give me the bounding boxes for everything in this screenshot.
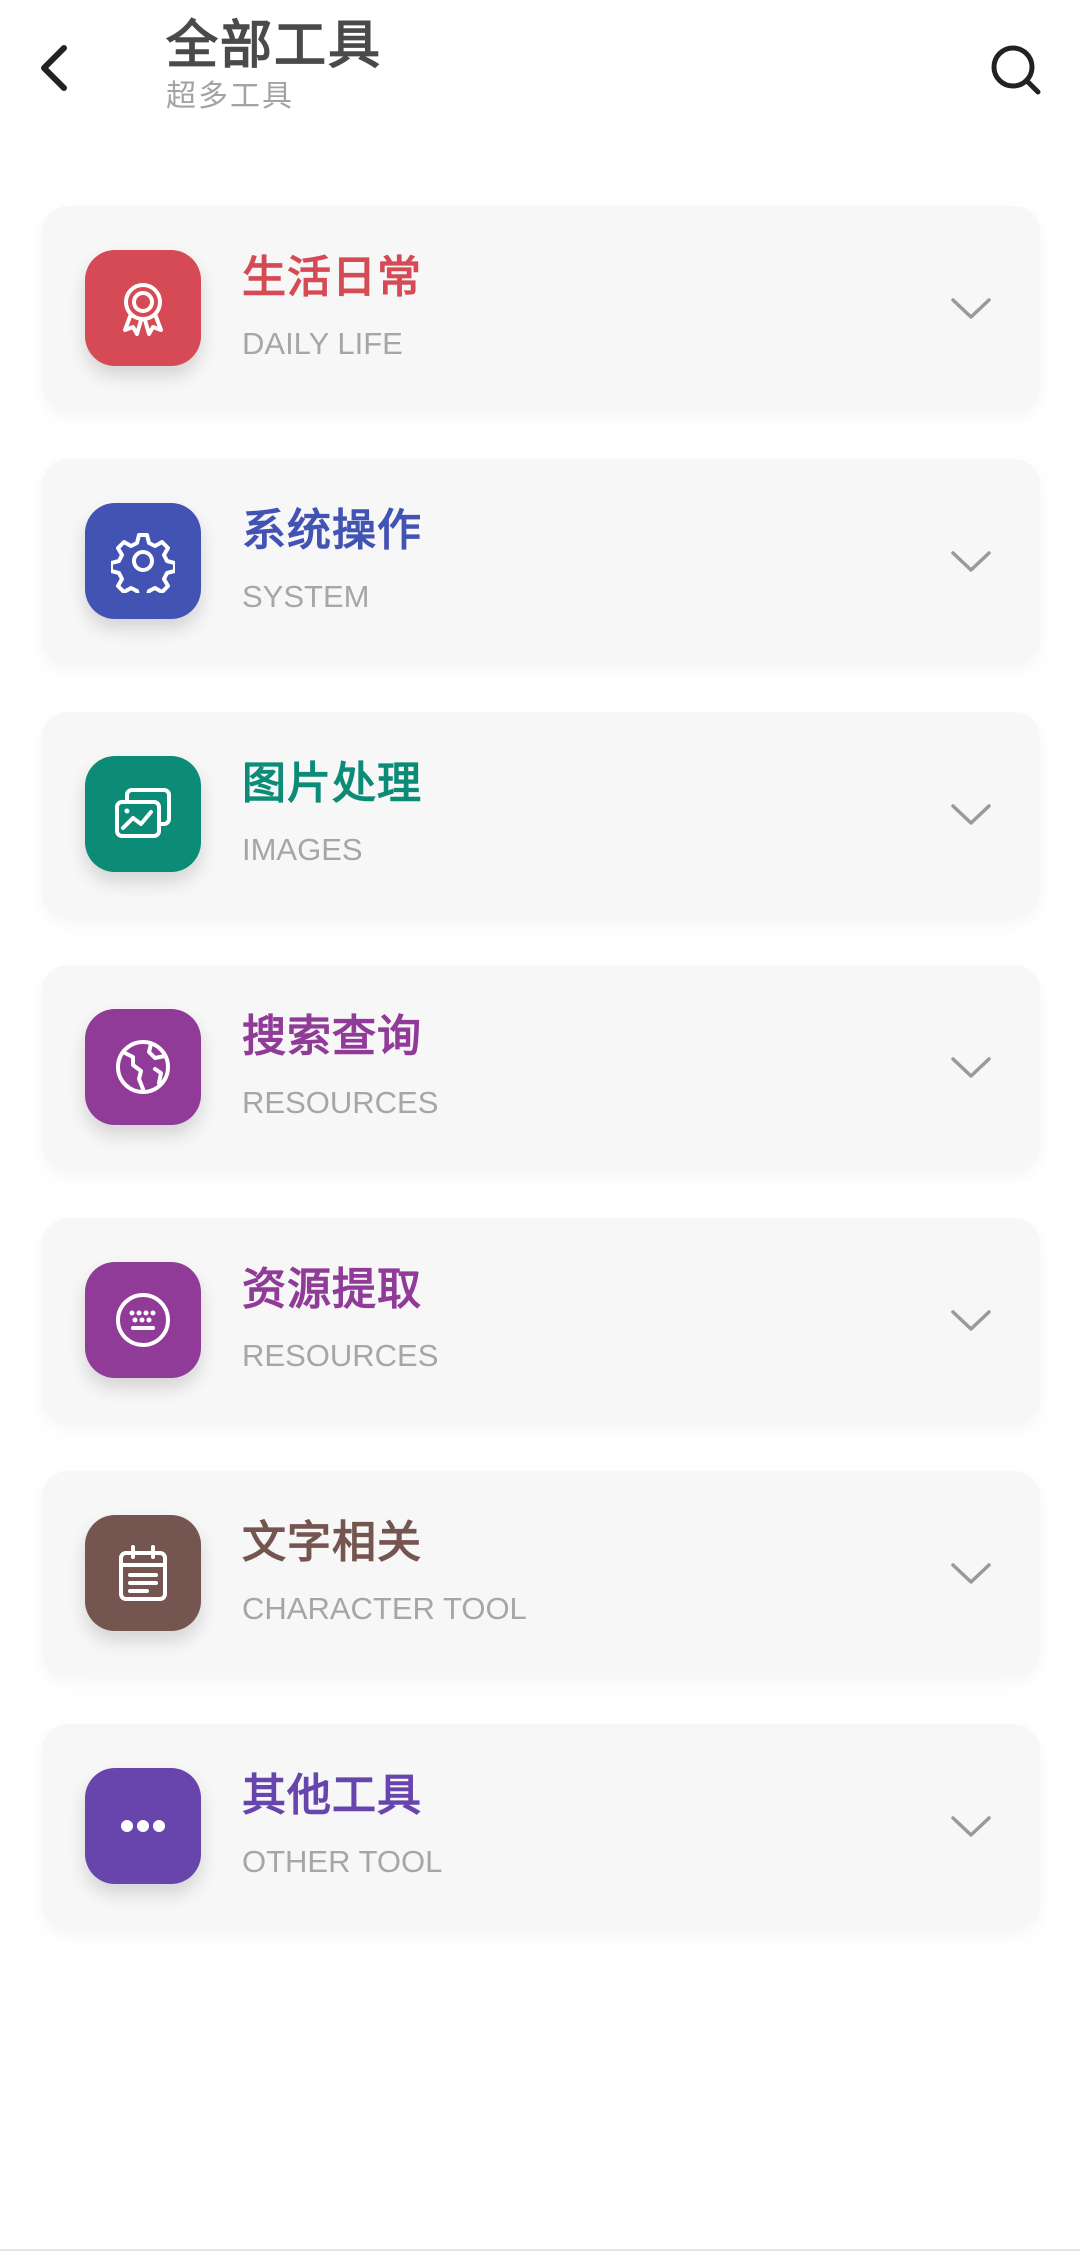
category-subtitle: DAILY LIFE <box>242 326 403 361</box>
title-block: 全部工具 超多工具 <box>166 12 382 116</box>
chevron-down-icon <box>951 1816 991 1837</box>
category-card-system[interactable]: 系统操作 SYSTEM <box>42 459 1040 665</box>
app-header: 全部工具 超多工具 <box>0 0 1080 140</box>
gear-icon <box>111 533 175 593</box>
category-card-other[interactable]: 其他工具 OTHER TOOL <box>42 1724 1040 1930</box>
category-icon-tile <box>85 1768 201 1884</box>
keyboard-circle-icon <box>116 1293 170 1347</box>
category-title: 文字相关 <box>242 1517 422 1568</box>
category-icon-tile <box>85 756 201 872</box>
category-card-daily-life[interactable]: 生活日常 DAILY LIFE <box>42 206 1040 412</box>
category-subtitle: CHARACTER TOOL <box>242 1591 527 1626</box>
globe-icon <box>116 1040 170 1094</box>
search-button[interactable] <box>980 34 1052 106</box>
category-subtitle: IMAGES <box>242 832 363 867</box>
category-subtitle: OTHER TOOL <box>242 1844 443 1879</box>
more-dots-icon <box>121 1820 165 1832</box>
category-icon-tile <box>85 1262 201 1378</box>
search-icon <box>991 45 1041 95</box>
chevron-left-icon <box>41 45 67 91</box>
category-subtitle: SYSTEM <box>242 579 370 614</box>
category-title: 资源提取 <box>242 1264 422 1315</box>
chevron-down-icon <box>951 1563 991 1584</box>
category-card-search[interactable]: 搜索查询 RESOURCES <box>42 965 1040 1171</box>
category-card-character[interactable]: 文字相关 CHARACTER TOOL <box>42 1471 1040 1677</box>
category-icon-tile <box>85 250 201 366</box>
category-title: 系统操作 <box>242 505 422 556</box>
category-subtitle: RESOURCES <box>242 1338 439 1373</box>
image-gallery-icon <box>115 788 171 838</box>
category-subtitle: RESOURCES <box>242 1085 439 1120</box>
category-title: 图片处理 <box>242 758 422 809</box>
page-title: 全部工具 <box>166 16 383 76</box>
expand-chevron-button[interactable] <box>948 1804 994 1850</box>
expand-chevron-button[interactable] <box>948 1045 994 1091</box>
category-title: 其他工具 <box>242 1770 422 1821</box>
category-icon-tile <box>85 503 201 619</box>
category-title: 搜索查询 <box>242 1011 422 1062</box>
chevron-down-icon <box>951 804 991 825</box>
chevron-down-icon <box>951 1310 991 1331</box>
chevron-down-icon <box>951 551 991 572</box>
category-icon-tile <box>85 1515 201 1631</box>
category-card-images[interactable]: 图片处理 IMAGES <box>42 712 1040 918</box>
expand-chevron-button[interactable] <box>948 792 994 838</box>
chevron-down-icon <box>951 1057 991 1078</box>
chevron-down-icon <box>951 298 991 319</box>
expand-chevron-button[interactable] <box>948 1298 994 1344</box>
back-button[interactable] <box>22 30 86 106</box>
page-subtitle: 超多工具 <box>166 79 294 114</box>
expand-chevron-button[interactable] <box>948 286 994 332</box>
category-card-resources[interactable]: 资源提取 RESOURCES <box>42 1218 1040 1424</box>
expand-chevron-button[interactable] <box>948 539 994 585</box>
clipboard-list-icon <box>119 1545 167 1601</box>
category-title: 生活日常 <box>242 252 422 303</box>
expand-chevron-button[interactable] <box>948 1551 994 1597</box>
award-ribbon-icon <box>123 283 163 336</box>
category-icon-tile <box>85 1009 201 1125</box>
